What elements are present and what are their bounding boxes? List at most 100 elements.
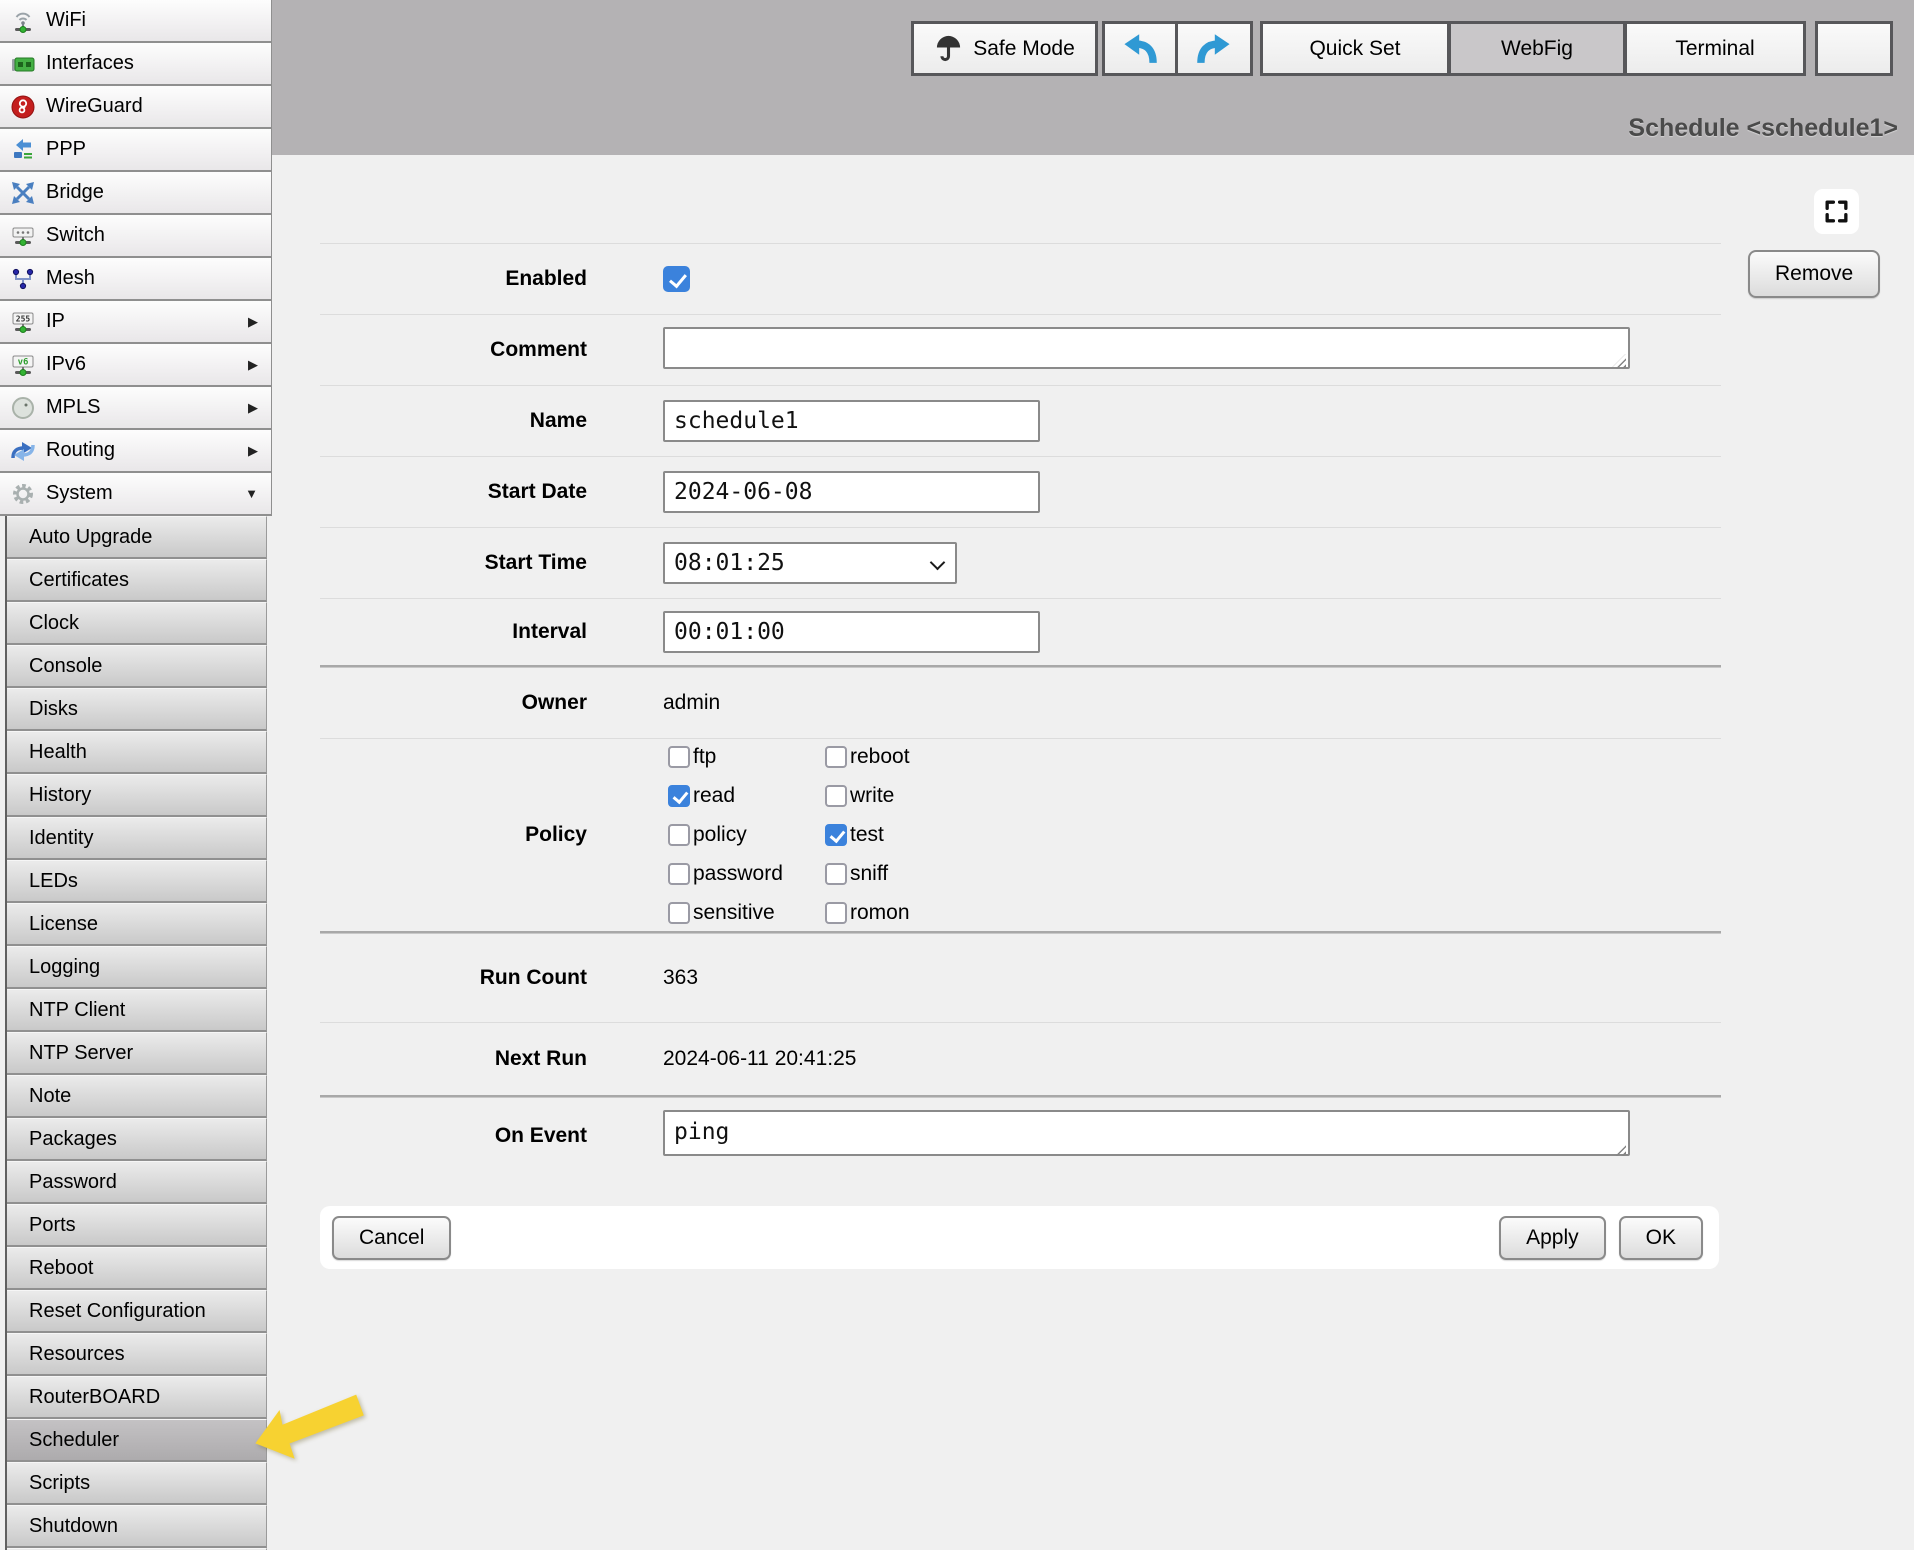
sidebar-item-label: IP <box>46 310 65 333</box>
policy-checkbox-romon[interactable] <box>825 902 847 924</box>
redo-icon <box>1196 32 1232 66</box>
sidebar-item-routerboard[interactable]: RouterBOARD <box>7 1376 267 1419</box>
sidebar-item-identity[interactable]: Identity <box>7 817 267 860</box>
policy-checkbox-test[interactable] <box>825 824 847 846</box>
policy-option-label: test <box>850 823 884 847</box>
apply-button[interactable]: Apply <box>1499 1216 1606 1260</box>
sidebar-item-ppp[interactable]: PPP <box>0 129 272 172</box>
sidebar-item-resources[interactable]: Resources <box>7 1333 267 1376</box>
sidebar-item-auto-upgrade[interactable]: Auto Upgrade <box>7 516 267 559</box>
sidebar-item-ntp-client[interactable]: NTP Client <box>7 989 267 1032</box>
name-input[interactable] <box>663 400 1040 442</box>
policy-checkbox-password[interactable] <box>668 863 690 885</box>
sidebar-item-ipv6[interactable]: v6IPv6▶ <box>0 344 272 387</box>
sidebar-item-system[interactable]: System▼ <box>0 473 272 516</box>
comment-input[interactable] <box>663 327 1630 369</box>
on-event-row: On Event ping <box>320 1098 1721 1173</box>
sidebar-item-logging[interactable]: Logging <box>7 946 267 989</box>
sidebar-item-wifi[interactable]: WiFi <box>0 0 272 43</box>
quick-set-label: Quick Set <box>1309 37 1400 61</box>
sidebar-item-scripts[interactable]: Scripts <box>7 1462 267 1505</box>
policy-checkbox-reboot[interactable] <box>825 746 847 768</box>
start-time-select[interactable]: 08:01:25 <box>663 542 957 584</box>
policy-option-label: sensitive <box>693 901 775 925</box>
undo-button[interactable] <box>1102 21 1178 76</box>
sidebar-item-clock[interactable]: Clock <box>7 602 267 645</box>
sidebar-item-shutdown[interactable]: Shutdown <box>7 1505 267 1548</box>
ppp-icon <box>10 137 36 163</box>
sidebar-item-mesh[interactable]: Mesh <box>0 258 272 301</box>
menu-button[interactable] <box>1815 21 1893 76</box>
sidebar-item-password[interactable]: Password <box>7 1161 267 1204</box>
enabled-checkbox[interactable] <box>663 266 690 292</box>
next-run-label: Next Run <box>320 1047 587 1071</box>
sidebar-item-scheduler[interactable]: Scheduler <box>7 1419 267 1462</box>
policy-checkbox-read[interactable] <box>668 785 690 807</box>
start-time-row: Start Time 08:01:25 <box>320 528 1721 598</box>
policy-option-label: sniff <box>850 862 888 886</box>
sidebar-item-ip[interactable]: 255IP▶ <box>0 301 272 344</box>
wireguard-icon <box>10 94 36 120</box>
on-event-input[interactable]: ping <box>663 1110 1630 1156</box>
sidebar-item-note[interactable]: Note <box>7 1075 267 1118</box>
owner-value: admin <box>663 691 720 715</box>
action-bar: Cancel Apply OK <box>320 1206 1719 1269</box>
policy-option-read: read <box>668 777 825 816</box>
policy-grid: ftprebootreadwritepolicytestpasswordsnif… <box>663 738 910 933</box>
tab-webfig[interactable]: WebFig <box>1448 21 1626 76</box>
sidebar-item-console[interactable]: Console <box>7 645 267 688</box>
ok-button[interactable]: OK <box>1619 1216 1703 1260</box>
tab-quick-set[interactable]: Quick Set <box>1260 21 1450 76</box>
name-row: Name <box>320 386 1721 456</box>
policy-row: Policy ftprebootreadwritepolicytestpassw… <box>320 739 1721 931</box>
wifi-icon <box>10 8 36 34</box>
sidebar-item-reset-configuration[interactable]: Reset Configuration <box>7 1290 267 1333</box>
sidebar-item-routing[interactable]: Routing▶ <box>0 430 272 473</box>
cancel-button[interactable]: Cancel <box>332 1216 451 1260</box>
sidebar-item-history[interactable]: History <box>7 774 267 817</box>
sidebar: WiFi Interfaces WireGuard PPP BridgeSwitchMe… <box>0 0 272 1550</box>
policy-option-policy: policy <box>668 816 825 855</box>
sidebar-item-label: PPP <box>46 138 86 161</box>
sidebar-item-interfaces[interactable]: Interfaces <box>0 43 272 86</box>
sidebar-item-wireguard[interactable]: WireGuard <box>0 86 272 129</box>
remove-button[interactable]: Remove <box>1748 250 1880 298</box>
sidebar-item-ports[interactable]: Ports <box>7 1204 267 1247</box>
policy-checkbox-sniff[interactable] <box>825 863 847 885</box>
policy-checkbox-write[interactable] <box>825 785 847 807</box>
sidebar-item-disks[interactable]: Disks <box>7 688 267 731</box>
sidebar-item-label: Interfaces <box>46 52 134 75</box>
sidebar-item-label: License <box>29 913 98 936</box>
sidebar-item-switch[interactable]: Switch <box>0 215 272 258</box>
next-run-row: Next Run 2024-06-11 20:41:25 <box>320 1023 1721 1095</box>
sidebar-item-mpls[interactable]: MPLS▶ <box>0 387 272 430</box>
policy-checkbox-sensitive[interactable] <box>668 902 690 924</box>
redo-button[interactable] <box>1175 21 1253 76</box>
sidebar-item-label: LEDs <box>29 870 78 893</box>
sidebar-item-label: Clock <box>29 612 79 635</box>
sidebar-item-license[interactable]: License <box>7 903 267 946</box>
safe-mode-button[interactable]: Safe Mode <box>911 21 1098 76</box>
policy-option-label: reboot <box>850 745 910 769</box>
sidebar-item-label: Disks <box>29 698 78 721</box>
start-date-input[interactable] <box>663 471 1040 513</box>
sidebar-item-label: Shutdown <box>29 1515 118 1538</box>
policy-checkbox-policy[interactable] <box>668 824 690 846</box>
sidebar-item-label: RouterBOARD <box>29 1386 160 1409</box>
sidebar-item-leds[interactable]: LEDs <box>7 860 267 903</box>
sidebar-item-health[interactable]: Health <box>7 731 267 774</box>
fullscreen-icon[interactable] <box>1814 189 1859 234</box>
on-event-label: On Event <box>320 1124 587 1148</box>
sidebar-item-bridge[interactable]: Bridge <box>0 172 272 215</box>
sidebar-item-ntp-server[interactable]: NTP Server <box>7 1032 267 1075</box>
sidebar-item-packages[interactable]: Packages <box>7 1118 267 1161</box>
owner-row: Owner admin <box>320 668 1721 738</box>
policy-checkbox-ftp[interactable] <box>668 746 690 768</box>
interval-input[interactable] <box>663 611 1040 653</box>
sidebar-item-label: Scheduler <box>29 1429 119 1452</box>
sidebar-item-label: MPLS <box>46 396 100 419</box>
sidebar-item-reboot[interactable]: Reboot <box>7 1247 267 1290</box>
sidebar-item-certificates[interactable]: Certificates <box>7 559 267 602</box>
sidebar-item-label: Identity <box>29 827 93 850</box>
tab-terminal[interactable]: Terminal <box>1624 21 1806 76</box>
